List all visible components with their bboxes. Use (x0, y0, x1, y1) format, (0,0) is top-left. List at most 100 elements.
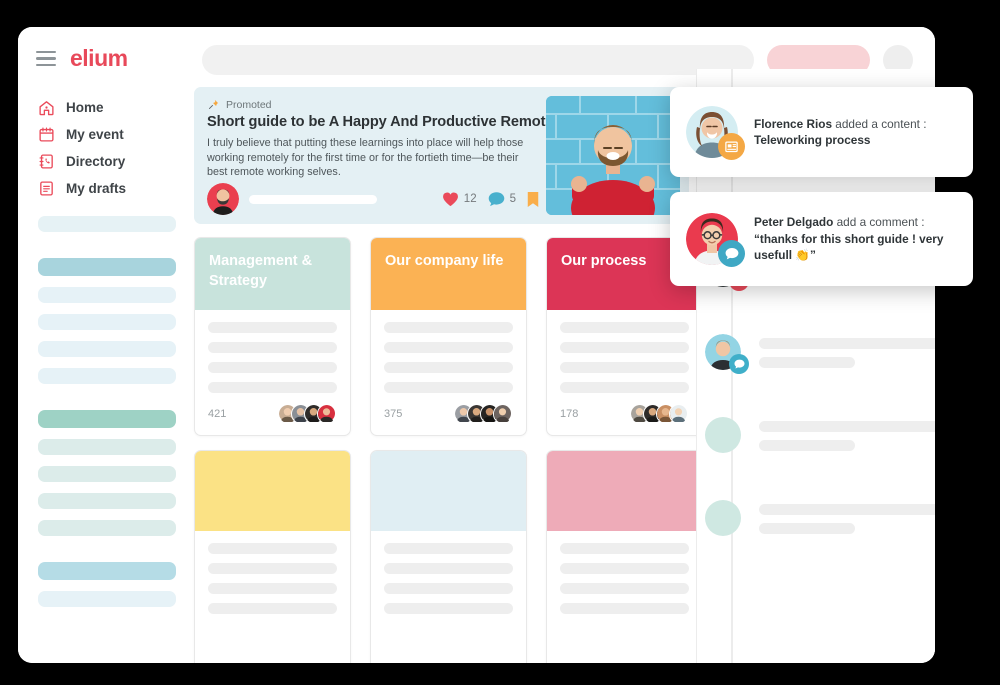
top-bar (186, 27, 935, 75)
feed-item-placeholder (759, 334, 935, 370)
avatar (493, 404, 513, 424)
document-icon (38, 180, 55, 197)
sidebar-skeleton-bar[interactable] (38, 341, 176, 357)
sidebar-skeleton-bar[interactable] (38, 216, 176, 232)
comments-count: 5 (509, 193, 516, 205)
category-card-count: 178 (560, 408, 579, 420)
placeholder-line (208, 543, 337, 554)
placeholder-line (208, 322, 337, 333)
feed-item[interactable] (705, 500, 935, 536)
placeholder-line (208, 563, 337, 574)
category-card-header: Our company life (371, 238, 526, 310)
placeholder-line (208, 342, 337, 353)
feed-avatar-placeholder (705, 500, 741, 536)
avatar (669, 404, 689, 424)
notification-toast[interactable]: Peter Delgado add a comment : “thanks fo… (670, 192, 973, 286)
placeholder-line (208, 362, 337, 373)
comment-icon (729, 354, 749, 374)
category-card-body: 178 (547, 310, 702, 435)
category-card-footer: 375 (384, 404, 513, 424)
category-card-title: Management & Strategy (209, 253, 313, 289)
notification-text: Peter Delgado add a comment : “thanks fo… (754, 214, 955, 264)
brand-logo[interactable]: elium (70, 45, 128, 72)
search-input[interactable] (202, 45, 754, 75)
sidebar: elium Home My event Directory My drafts (18, 27, 186, 663)
category-card[interactable] (370, 450, 527, 663)
category-card[interactable]: Our company life 375 (370, 237, 527, 436)
notification-actor: Florence Rios (754, 116, 833, 131)
author-avatar[interactable] (207, 183, 239, 215)
category-card-title: Our company life (385, 253, 504, 269)
placeholder-line (560, 603, 689, 614)
sidebar-skeleton-bar[interactable] (38, 314, 176, 330)
pin-icon (207, 98, 220, 111)
sidebar-skeleton-bar[interactable] (38, 466, 176, 482)
placeholder-line (384, 583, 513, 594)
sidebar-skeleton-bar[interactable] (38, 368, 176, 384)
sidebar-item-directory[interactable]: Directory (38, 148, 186, 175)
sidebar-skeleton-bar[interactable] (38, 439, 176, 455)
feed-item-placeholder (759, 500, 935, 536)
placeholder-line (208, 603, 337, 614)
bookmark-icon[interactable] (527, 191, 539, 208)
notification-toast[interactable]: Florence Rios added a content : Telework… (670, 87, 973, 177)
promoted-photo (546, 96, 680, 215)
sidebar-skeleton-bar[interactable] (38, 287, 176, 303)
avatar-stack[interactable] (278, 404, 337, 424)
peter-delgado-avatar (686, 213, 745, 267)
home-icon (38, 99, 55, 116)
promoted-footer: 12 5 (207, 183, 539, 215)
calendar-icon (38, 126, 55, 143)
sidebar-nav: Home My event Directory My drafts (18, 94, 186, 202)
sidebar-item-my-drafts[interactable]: My drafts (38, 175, 186, 202)
avatar-stack[interactable] (630, 404, 689, 424)
sidebar-skeleton-group-head[interactable] (38, 410, 176, 428)
sidebar-skeleton-bar[interactable] (38, 493, 176, 509)
placeholder-line (384, 382, 513, 393)
article-icon (718, 133, 745, 160)
sidebar-skeleton-group-head[interactable] (38, 258, 176, 276)
avatar-stack[interactable] (454, 404, 513, 424)
sidebar-skeleton-bar[interactable] (38, 591, 176, 607)
promoted-card[interactable]: Promoted Short guide to be A Happy And P… (194, 87, 689, 224)
placeholder-line (560, 362, 689, 373)
category-card-count: 375 (384, 408, 403, 420)
placeholder-line (384, 563, 513, 574)
category-cards: Management & Strategy 421 Our company li… (194, 237, 704, 663)
feed-item-placeholder (759, 417, 935, 453)
feed-item[interactable] (705, 417, 935, 453)
notification-action: added a content : (832, 116, 927, 131)
sidebar-item-my-event[interactable]: My event (38, 121, 186, 148)
sidebar-skeleton-bar[interactable] (38, 520, 176, 536)
category-cards-row-2 (194, 450, 704, 663)
category-card-count: 421 (208, 408, 227, 420)
hamburger-icon[interactable] (36, 50, 56, 67)
category-cards-row-1: Management & Strategy 421 Our company li… (194, 237, 704, 436)
category-card[interactable] (546, 450, 703, 663)
reaction-bar: 12 5 (442, 191, 539, 208)
notification-text: Florence Rios added a content : Telework… (754, 116, 926, 149)
category-card-header (547, 451, 702, 531)
placeholder-line (384, 322, 513, 333)
placeholder-line (560, 583, 689, 594)
heart-icon[interactable] (442, 191, 459, 207)
category-card-header (195, 451, 350, 531)
sidebar-skeleton-group-head[interactable] (38, 562, 176, 580)
sidebar-item-label: Home (66, 100, 104, 115)
category-card-footer: 178 (560, 404, 689, 424)
feed-item[interactable] (705, 334, 935, 374)
sidebar-item-home[interactable]: Home (38, 94, 186, 121)
sidebar-item-label: Directory (66, 154, 126, 169)
placeholder-line (208, 583, 337, 594)
category-card[interactable] (194, 450, 351, 663)
category-card-body: 375 (371, 310, 526, 435)
placeholder-line (208, 382, 337, 393)
category-card[interactable]: Management & Strategy 421 (194, 237, 351, 436)
feed-avatar (705, 334, 749, 374)
notification-detail: “thanks for this short guide ! very usef… (754, 231, 944, 263)
likes-count: 12 (463, 193, 477, 205)
comment-icon[interactable] (488, 191, 505, 207)
feed-avatar-placeholder (705, 417, 741, 453)
promoted-label: Promoted (226, 98, 272, 111)
notification-actor: Peter Delgado (754, 215, 834, 230)
